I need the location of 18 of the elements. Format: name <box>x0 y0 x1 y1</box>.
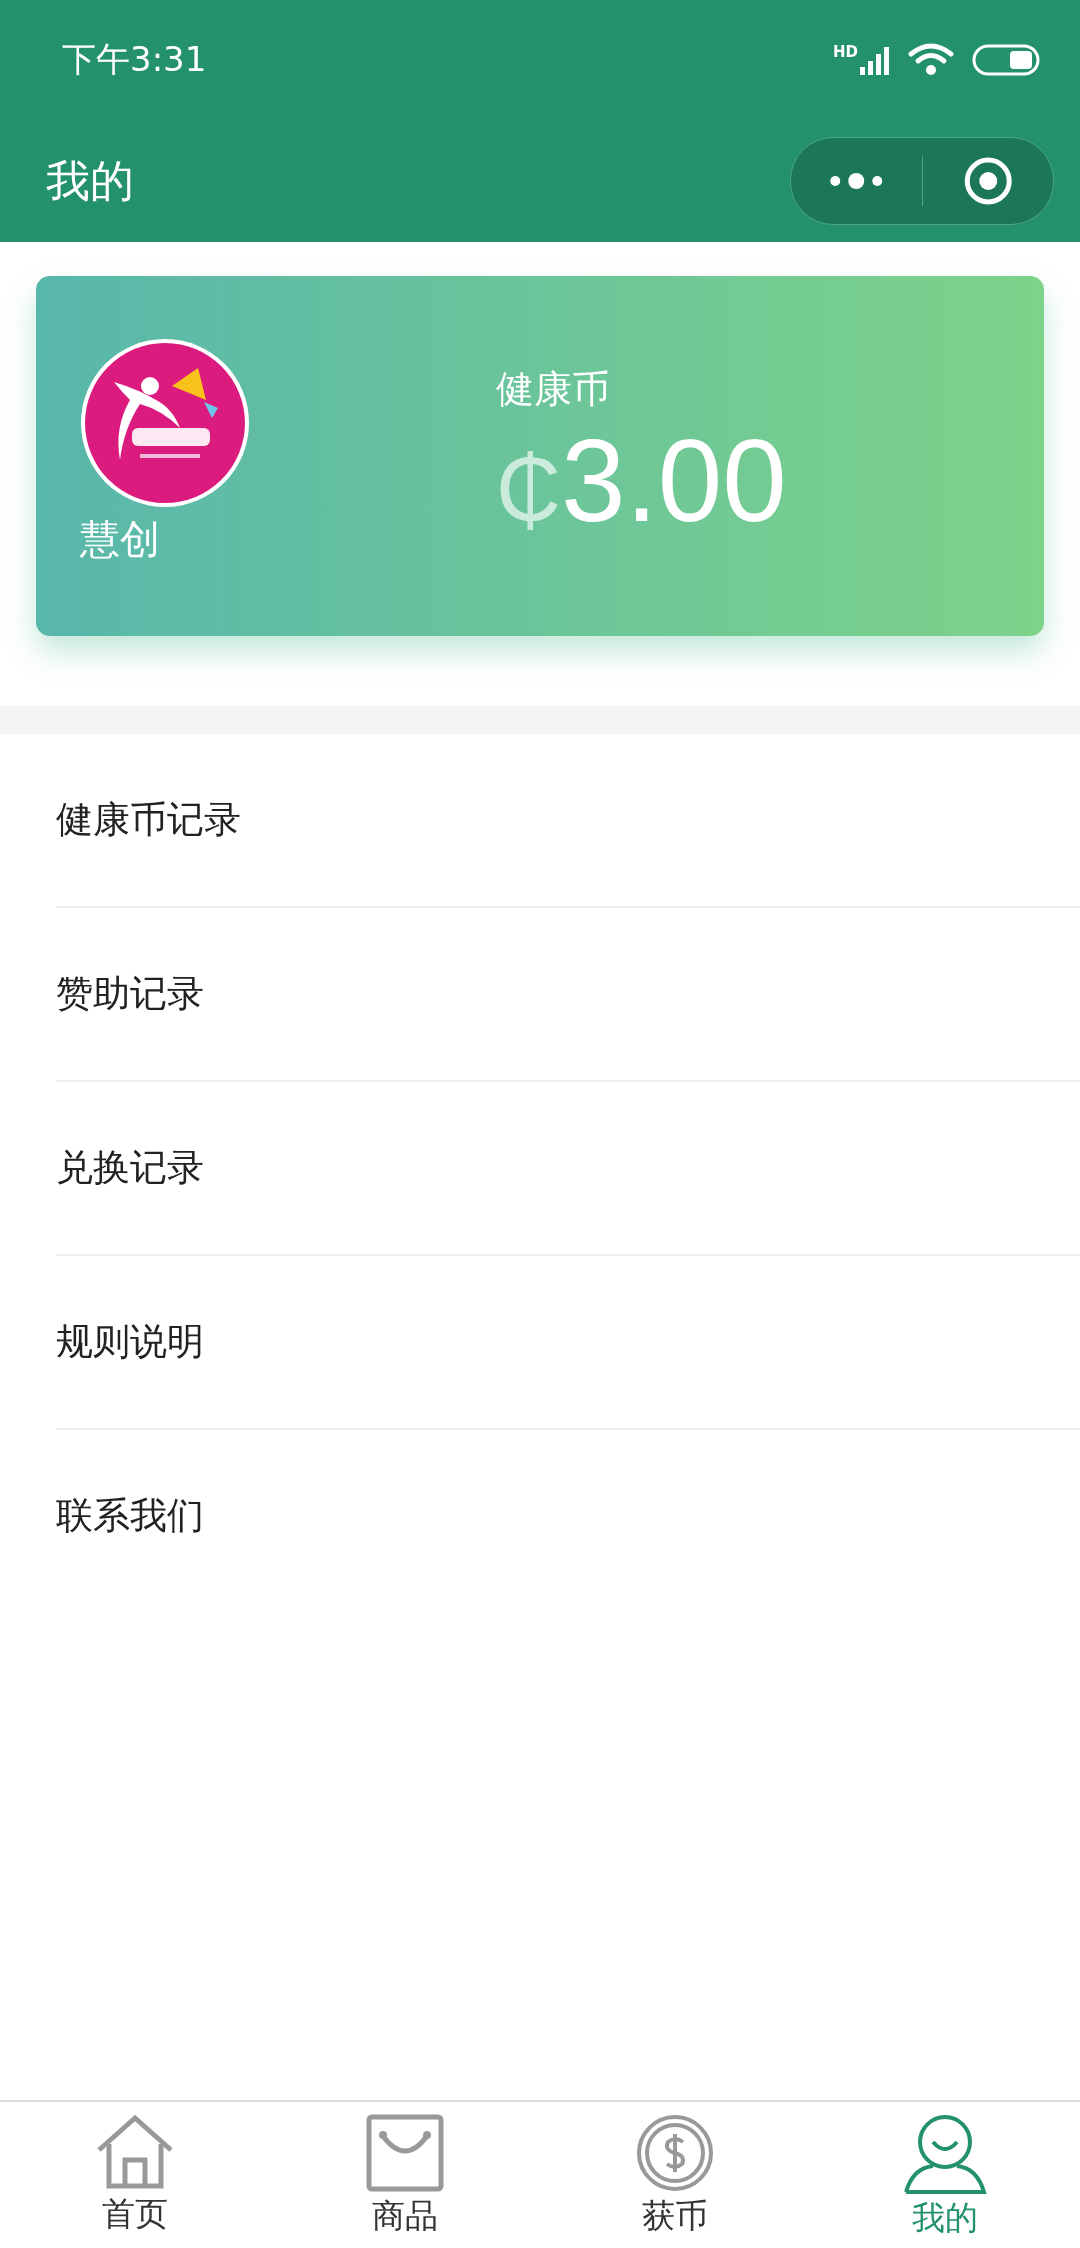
shopping-bag-icon <box>366 2114 444 2192</box>
tab-item[interactable]: 首页 <box>0 2102 270 2248</box>
tab-item[interactable]: 我的 <box>810 2102 1080 2248</box>
battery-icon <box>972 44 1040 76</box>
tab-item[interactable]: 获币 <box>540 2102 810 2248</box>
tab-item[interactable]: 商品 <box>270 2102 540 2248</box>
wifi-icon <box>908 42 954 78</box>
page-title: 我的 <box>46 153 134 208</box>
network-label: HD <box>833 45 858 60</box>
user-name: 慧创 <box>80 515 160 564</box>
home-icon <box>95 2114 175 2190</box>
person-icon <box>903 2114 987 2194</box>
signal-icon <box>860 45 890 75</box>
status-time: 下午3:31 <box>62 38 207 81</box>
balance-label: 健康币 <box>496 366 610 413</box>
balance-amount: 3.00 <box>561 423 787 539</box>
dollar-coin-icon <box>636 2114 714 2192</box>
currency-symbol: ₵ <box>496 439 561 542</box>
